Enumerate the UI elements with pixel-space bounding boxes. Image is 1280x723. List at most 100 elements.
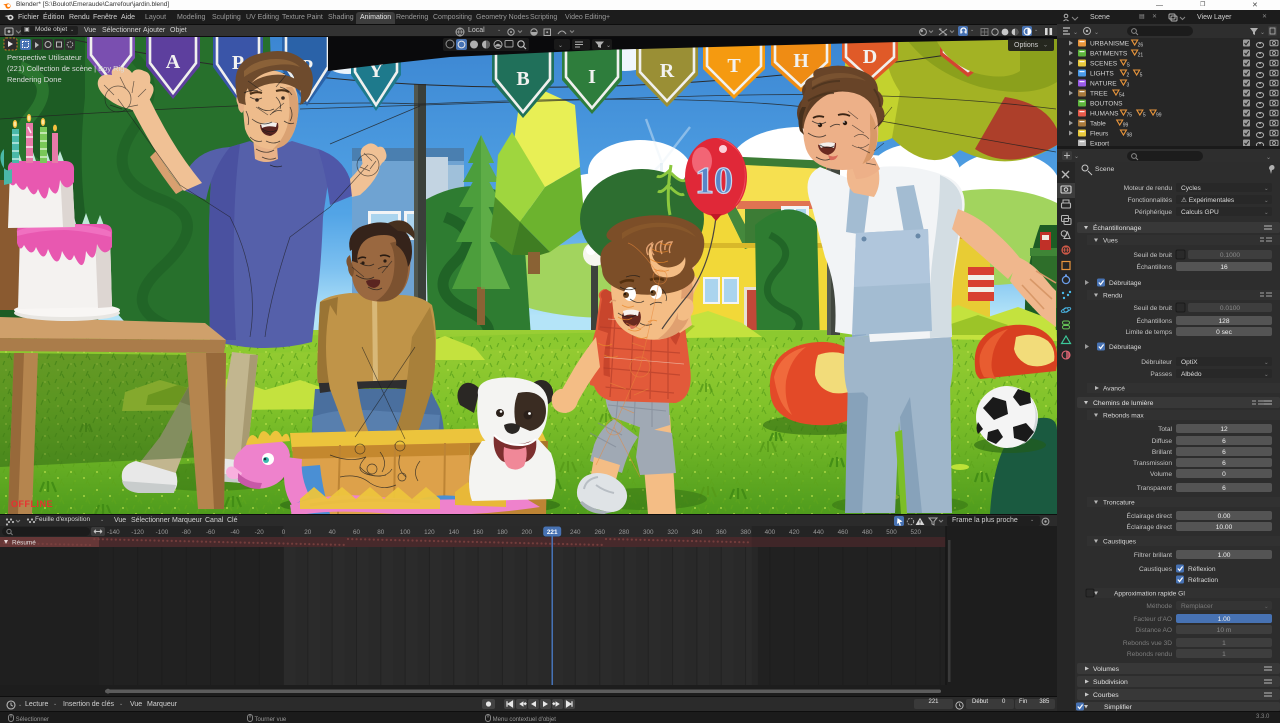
svg-text:200: 200 (521, 529, 532, 536)
svg-text:-140: -140 (107, 529, 120, 536)
svg-text:Courbes: Courbes (1093, 692, 1119, 699)
svg-text:300: 300 (643, 529, 654, 536)
svg-text:Réflexion: Réflexion (1188, 566, 1216, 573)
svg-text:⌄: ⌄ (606, 43, 611, 49)
svg-text:16: 16 (1220, 264, 1228, 271)
svg-text:400: 400 (765, 529, 776, 536)
svg-text:SCENES: SCENES (1090, 61, 1118, 68)
svg-text:1: 1 (1222, 640, 1226, 647)
svg-text:Rendu: Rendu (1103, 293, 1123, 300)
svg-text:12: 12 (1220, 426, 1228, 433)
svg-text:BOUTONS: BOUTONS (1090, 101, 1123, 108)
svg-text:0: 0 (1222, 471, 1226, 478)
svg-text:-40: -40 (230, 529, 240, 536)
svg-text:⌄: ⌄ (1264, 604, 1269, 610)
svg-text:Rebonds rendu: Rebonds rendu (1127, 651, 1172, 658)
svg-text:I: I (588, 66, 596, 88)
svg-text:Cycles: Cycles (1181, 185, 1201, 192)
svg-text:⌄: ⌄ (1264, 372, 1269, 378)
svg-text:-60: -60 (206, 529, 216, 536)
svg-text:⌄: ⌄ (558, 43, 563, 49)
svg-text:⌄: ⌄ (1043, 43, 1048, 49)
svg-text:280: 280 (619, 529, 630, 536)
svg-text:420: 420 (789, 529, 800, 536)
svg-text:1.00: 1.00 (1218, 552, 1231, 559)
svg-text:T: T (727, 55, 741, 77)
svg-text:Avancé: Avancé (1103, 386, 1125, 393)
svg-text:Approximation rapide GI: Approximation rapide GI (1114, 591, 1185, 598)
svg-text:140: 140 (448, 529, 459, 536)
svg-text:Seuil de bruit: Seuil de bruit (1134, 305, 1173, 312)
svg-text:Brillant: Brillant (1152, 449, 1172, 456)
svg-text:Caustiques: Caustiques (1139, 566, 1173, 573)
svg-text:Simplifier: Simplifier (1104, 704, 1133, 711)
svg-text:Chemins de lumière: Chemins de lumière (1093, 400, 1154, 407)
svg-text:Remplacer: Remplacer (1181, 603, 1214, 610)
svg-text:6: 6 (1222, 438, 1226, 445)
svg-text:460: 460 (838, 529, 849, 536)
svg-text:Moteur de rendu: Moteur de rendu (1124, 185, 1173, 192)
svg-text:1.00: 1.00 (1218, 616, 1231, 623)
svg-text:99: 99 (1123, 123, 1129, 129)
svg-text:Échantillons: Échantillons (1136, 316, 1172, 325)
svg-text:⌄: ⌄ (1094, 30, 1099, 36)
svg-text:B: B (516, 68, 529, 90)
svg-text:5: 5 (1140, 73, 1143, 79)
svg-text:Éclairage direct: Éclairage direct (1127, 522, 1173, 531)
svg-text:75: 75 (1126, 113, 1132, 119)
svg-text:TREE: TREE (1090, 91, 1108, 98)
svg-text:0 sec: 0 sec (1216, 329, 1232, 336)
svg-text:Passes: Passes (1150, 371, 1172, 378)
svg-text:(221) Collection de scène | Bo: (221) Collection de scène | Boy Rig (7, 64, 124, 73)
svg-text:6: 6 (1222, 485, 1226, 492)
svg-text:Albédo: Albédo (1181, 371, 1202, 378)
svg-text:Scene: Scene (1095, 166, 1114, 173)
svg-text:10 m: 10 m (1217, 627, 1232, 634)
svg-text:⌄: ⌄ (1264, 360, 1269, 366)
svg-text:Transmission: Transmission (1133, 460, 1172, 467)
svg-text:Total: Total (1158, 426, 1172, 433)
svg-text:Distance AO: Distance AO (1135, 627, 1172, 634)
svg-text:Vues: Vues (1103, 238, 1118, 245)
svg-text:Éclairage direct: Éclairage direct (1127, 511, 1173, 520)
svg-text:⌄: ⌄ (1260, 30, 1265, 36)
svg-text:240: 240 (570, 529, 581, 536)
svg-text:Volumes: Volumes (1093, 666, 1120, 673)
svg-text:20: 20 (304, 529, 312, 536)
svg-text:A: A (166, 51, 181, 73)
svg-text:10: 10 (695, 160, 733, 202)
svg-text:6: 6 (1222, 449, 1226, 456)
svg-text:180: 180 (497, 529, 508, 536)
svg-text:80: 80 (377, 529, 385, 536)
svg-text:Calculs GPU: Calculs GPU (1181, 209, 1219, 216)
svg-text:HUMANS: HUMANS (1090, 111, 1119, 118)
svg-text:Filtrer brillant: Filtrer brillant (1134, 552, 1172, 559)
svg-text:54: 54 (1119, 93, 1125, 99)
svg-text:Options: Options (1014, 42, 1039, 49)
svg-text:Débruiteur: Débruiteur (1141, 359, 1173, 366)
svg-text:Seuil de bruit: Seuil de bruit (1134, 252, 1173, 259)
svg-text:Débruitage: Débruitage (1109, 280, 1142, 287)
svg-text:⌄: ⌄ (1264, 198, 1269, 204)
svg-text:Caustiques: Caustiques (1103, 539, 1137, 546)
svg-text:⚠ Expérimentales: ⚠ Expérimentales (1181, 196, 1235, 204)
svg-text:Transparent: Transparent (1137, 485, 1172, 492)
svg-text:Rebonds vue 3D: Rebonds vue 3D (1123, 640, 1172, 647)
svg-text:Réfraction: Réfraction (1188, 577, 1218, 584)
svg-text:Méthode: Méthode (1146, 603, 1172, 610)
svg-text:2: 2 (1126, 73, 1129, 79)
svg-text:Rebonds max: Rebonds max (1103, 413, 1144, 420)
svg-text:OptiX: OptiX (1181, 359, 1198, 366)
svg-text:D: D (863, 46, 877, 68)
svg-text:6: 6 (1222, 460, 1226, 467)
svg-text:260: 260 (594, 529, 605, 536)
svg-text:⌄: ⌄ (1264, 186, 1269, 192)
svg-text:128: 128 (1218, 318, 1229, 325)
svg-text:99: 99 (1156, 113, 1162, 119)
svg-text:440: 440 (813, 529, 824, 536)
svg-text:5: 5 (1143, 113, 1146, 119)
svg-text:380: 380 (740, 529, 751, 536)
svg-text:URBANISME: URBANISME (1090, 41, 1130, 48)
svg-text:OFFLINE: OFFLINE (11, 499, 53, 509)
svg-text:120: 120 (424, 529, 435, 536)
